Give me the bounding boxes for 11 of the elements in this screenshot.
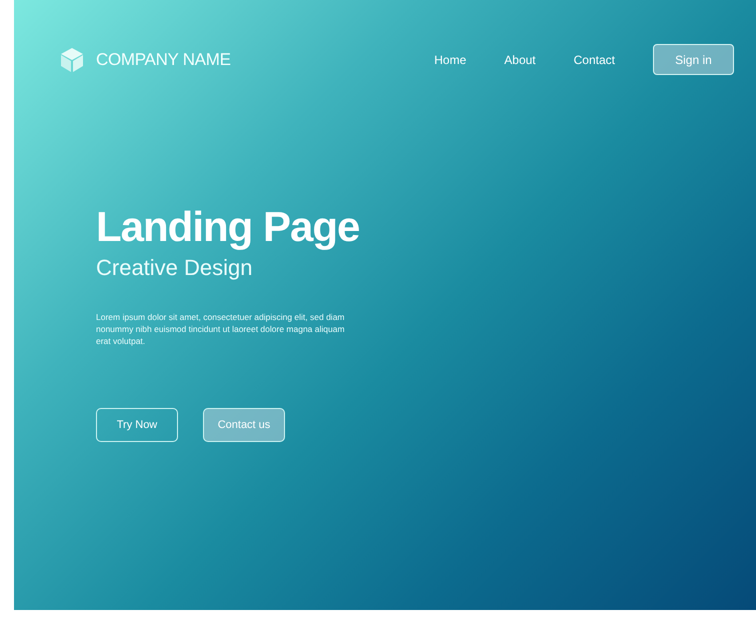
hero-text: Lorem ipsum dolor sit amet, consectetuer adipiscing elit, sed diam nonummy nibh euismod tincidunt ut laoreet dolore magna aliquam erat volutpat. [96, 311, 346, 347]
cube-icon [60, 46, 84, 72]
hero-subtitle: Creative Design [96, 255, 254, 281]
nav-link[interactable]: Contact [574, 52, 615, 66]
nav-link[interactable]: About [504, 52, 536, 66]
company-name: COMPANY NAME [96, 50, 231, 70]
cta-button[interactable]: Contact us [203, 408, 285, 442]
sign-in-button[interactable]: Sign in [653, 44, 734, 75]
hero-title: Landing Page [96, 203, 360, 251]
cta-button[interactable]: Try Now [96, 408, 178, 442]
nav-link[interactable]: Home [434, 52, 466, 66]
